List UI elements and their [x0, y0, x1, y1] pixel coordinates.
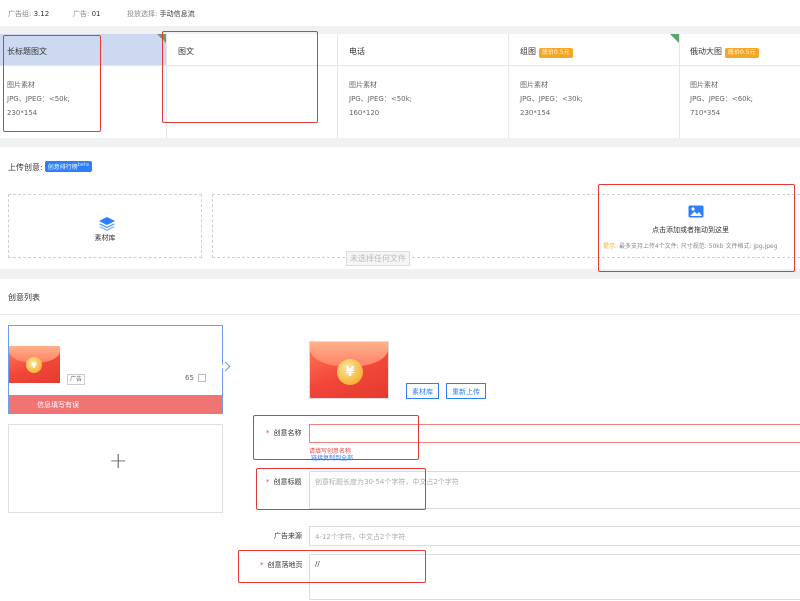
price-badge: 底价0.5元	[539, 48, 573, 58]
creative-list-title: 创意列表	[8, 293, 40, 302]
ad-source-input[interactable]: 4-12个字符，中文占2个字符	[309, 526, 800, 546]
plus-icon: +	[109, 449, 128, 474]
upload-title: 上传创意: 创意排行榜beta	[8, 161, 92, 173]
library-select-button[interactable]: 素材库	[406, 383, 439, 399]
budget-info: 广告组: 3.12	[8, 10, 50, 18]
library-label: 素材库	[94, 234, 116, 242]
divider	[0, 314, 800, 315]
ad-type-label: 俄动大图 底价0.5元	[680, 34, 800, 66]
ad-type-spec: 图片素材 JPG、JPEG：<30k; 230*154	[520, 81, 584, 117]
ad-info: 广告: 01	[73, 10, 101, 18]
annotation-box	[253, 415, 419, 460]
coin-icon: ¥	[26, 357, 42, 373]
ad-type-phone[interactable]: 电话 图片素材 JPG、JPEG：<50k; 160*120	[338, 34, 509, 138]
rank-pill[interactable]: 创意排行榜beta	[44, 161, 92, 172]
coin-icon: ¥	[337, 359, 363, 385]
creative-card[interactable]: ¥ 广告 65 信息填写有误	[8, 325, 223, 414]
add-creative-button[interactable]: +	[8, 424, 223, 513]
file-input-status[interactable]: 未选择任何文件	[346, 251, 410, 266]
ad-type-selector: 长标题图文 图片素材 JPG、JPEG：<50k; 230*154 图文 电话 …	[0, 34, 800, 138]
mode-info: 投放选择: 手动信息流	[127, 10, 195, 18]
annotation-box	[3, 35, 101, 132]
layers-icon	[99, 217, 115, 231]
corner-icon	[670, 34, 679, 43]
price-badge: 底价0.5元	[725, 48, 759, 58]
annotation-box	[162, 31, 318, 123]
top-info-bar: 广告组: 3.12 广告: 01 投放选择: 手动信息流	[0, 0, 800, 26]
ad-type-spec: 图片素材 JPG、JPEG：<60k; 710*354	[690, 81, 754, 117]
ad-type-label: 组图 底价0.5元	[509, 34, 679, 66]
ad-type-large-image[interactable]: 俄动大图 底价0.5元 图片素材 JPG、JPEG：<60k; 710*354	[680, 34, 800, 138]
char-count: 65	[185, 374, 194, 382]
material-library-button[interactable]: 素材库	[8, 194, 202, 258]
annotation-box	[238, 550, 426, 583]
ad-type-gallery[interactable]: 组图 底价0.5元 图片素材 JPG、JPEG：<30k; 230*154	[509, 34, 680, 138]
select-checkbox[interactable]	[198, 374, 206, 382]
annotation-box	[256, 468, 426, 510]
red-envelope-thumbnail: ¥	[9, 346, 60, 383]
ad-type-spec: 图片素材 JPG、JPEG：<50k; 160*120	[349, 81, 413, 117]
creative-preview-image: ¥	[309, 341, 389, 399]
reupload-button[interactable]: 重新上传	[446, 383, 486, 399]
card-error-bar: 信息填写有误	[9, 395, 222, 413]
ad-type-label: 电话	[338, 34, 508, 66]
annotation-box	[598, 184, 795, 272]
source-label: 广告来源	[274, 532, 302, 540]
ad-tag: 广告	[67, 374, 86, 385]
